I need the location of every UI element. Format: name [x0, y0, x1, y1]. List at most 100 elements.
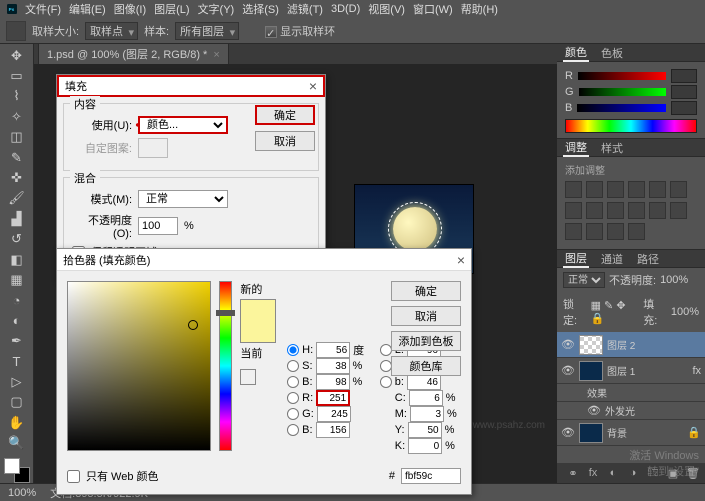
g-input[interactable]	[317, 406, 351, 422]
opacity-input[interactable]	[138, 217, 178, 235]
adj-btn[interactable]	[607, 223, 624, 240]
adj-btn[interactable]	[670, 181, 687, 198]
b2-input[interactable]	[316, 422, 350, 438]
mask-icon[interactable]: ◐	[605, 465, 621, 481]
add-swatch-button[interactable]: 添加到色板	[391, 331, 461, 351]
tab-layers[interactable]: 图层	[563, 250, 589, 268]
link-icon[interactable]: ⚭	[565, 465, 581, 481]
g-input[interactable]	[671, 85, 697, 99]
menu-edit[interactable]: 编辑(E)	[66, 1, 109, 17]
r-radio[interactable]	[287, 392, 299, 404]
l-radio[interactable]	[380, 344, 392, 356]
crop-tool[interactable]: ◫	[5, 128, 29, 147]
picker-titlebar[interactable]: 拾色器 (填充颜色)×	[57, 249, 471, 271]
show-ring-checkbox[interactable]: ✓	[265, 26, 277, 38]
b2-radio[interactable]	[287, 424, 299, 436]
m-input[interactable]	[410, 406, 444, 422]
shape-tool[interactable]: ▢	[5, 393, 29, 412]
menu-help[interactable]: 帮助(H)	[458, 1, 501, 17]
adjustment-icon[interactable]: ◑	[625, 465, 641, 481]
cancel-button[interactable]: 取消	[391, 306, 461, 326]
color-field[interactable]	[67, 281, 211, 451]
tab-paths[interactable]: 路径	[635, 251, 661, 267]
menu-layer[interactable]: 图层(L)	[151, 1, 192, 17]
r-slider[interactable]	[578, 72, 666, 80]
h-input[interactable]	[316, 342, 350, 358]
heal-tool[interactable]: ✜	[5, 168, 29, 187]
fill-value[interactable]: 100%	[671, 306, 699, 318]
dodge-tool[interactable]: ◐	[5, 311, 29, 330]
zoom-tool[interactable]: 🔍	[5, 433, 29, 452]
layer-row[interactable]: 👁图层 1fx	[557, 358, 705, 384]
warn-icon[interactable]	[240, 369, 256, 385]
s-input[interactable]	[316, 358, 350, 374]
adj-btn[interactable]	[649, 202, 666, 219]
a-radio[interactable]	[380, 360, 392, 372]
fx-icon[interactable]: fx	[585, 465, 601, 481]
adj-btn[interactable]	[607, 181, 624, 198]
adj-btn[interactable]	[628, 181, 645, 198]
h-radio[interactable]	[287, 344, 299, 356]
document-tab[interactable]: 1.psd @ 100% (图层 2, RGB/8) *×	[38, 43, 229, 64]
use-select[interactable]: 颜色...	[138, 116, 228, 134]
r-input[interactable]	[316, 390, 350, 406]
eye-icon[interactable]: 👁	[587, 404, 601, 418]
eraser-tool[interactable]: ◧	[5, 250, 29, 269]
menu-view[interactable]: 视图(V)	[365, 1, 408, 17]
c-input[interactable]	[409, 390, 443, 406]
eye-icon[interactable]: 👁	[561, 338, 575, 352]
adj-btn[interactable]	[586, 181, 603, 198]
s-radio[interactable]	[287, 360, 299, 372]
zoom-value[interactable]: 100%	[8, 487, 36, 499]
r-input[interactable]	[671, 69, 697, 83]
path-tool[interactable]: ▷	[5, 372, 29, 391]
hue-slider[interactable]	[219, 281, 233, 451]
ok-button[interactable]: 确定	[255, 105, 315, 125]
sample-size-select[interactable]: 取样点▾	[85, 22, 138, 40]
close-icon[interactable]: ×	[213, 49, 219, 61]
layer-row[interactable]: 👁背景🔒	[557, 420, 705, 446]
g-slider[interactable]	[579, 88, 666, 96]
opacity-value[interactable]: 100%	[660, 274, 688, 286]
menu-filter[interactable]: 滤镜(T)	[284, 1, 326, 17]
adj-btn[interactable]	[586, 223, 603, 240]
fx-badge[interactable]: fx	[692, 365, 701, 377]
menu-3d[interactable]: 3D(D)	[328, 3, 363, 15]
lock-icons[interactable]: ▦ ✎ ✥ 🔒	[591, 299, 640, 325]
new-layer-icon[interactable]: ▣	[665, 465, 681, 481]
b-radio[interactable]	[287, 376, 299, 388]
eyedropper-tool[interactable]: ✎	[5, 148, 29, 167]
layer-row[interactable]: 👁 图层 2	[557, 332, 705, 358]
eyedropper-icon[interactable]	[6, 21, 26, 41]
pen-tool[interactable]: ✒	[5, 331, 29, 350]
adj-btn[interactable]	[670, 202, 687, 219]
marquee-tool[interactable]: ▭	[5, 66, 29, 85]
wand-tool[interactable]: ✧	[5, 107, 29, 126]
eye-icon[interactable]: 👁	[561, 364, 575, 378]
layer-name[interactable]: 背景	[607, 425, 683, 440]
br-input[interactable]	[316, 374, 350, 390]
lasso-tool[interactable]: ⌇	[5, 87, 29, 106]
layer-name[interactable]: 图层 2	[607, 337, 701, 352]
tab-styles[interactable]: 样式	[599, 140, 625, 156]
history-brush-tool[interactable]: ↺	[5, 230, 29, 249]
close-icon[interactable]: ×	[457, 252, 465, 268]
tab-swatches[interactable]: 色板	[599, 45, 625, 61]
eye-icon[interactable]: 👁	[561, 426, 575, 440]
brush-tool[interactable]: 🖌	[5, 189, 29, 208]
b-slider[interactable]	[577, 104, 666, 112]
spectrum-bar[interactable]	[565, 119, 697, 133]
blur-tool[interactable]: ◔	[5, 291, 29, 310]
menu-type[interactable]: 文字(Y)	[195, 1, 238, 17]
y-input[interactable]	[408, 422, 442, 438]
move-tool[interactable]: ✥	[5, 46, 29, 65]
menu-window[interactable]: 窗口(W)	[410, 1, 456, 17]
b-input[interactable]	[671, 101, 697, 115]
gradient-tool[interactable]: ▦	[5, 270, 29, 289]
adj-btn[interactable]	[628, 202, 645, 219]
color-swatch[interactable]	[4, 458, 30, 483]
cancel-button[interactable]: 取消	[255, 131, 315, 151]
adj-btn[interactable]	[565, 202, 582, 219]
adj-btn[interactable]	[628, 223, 645, 240]
adj-btn[interactable]	[607, 202, 624, 219]
